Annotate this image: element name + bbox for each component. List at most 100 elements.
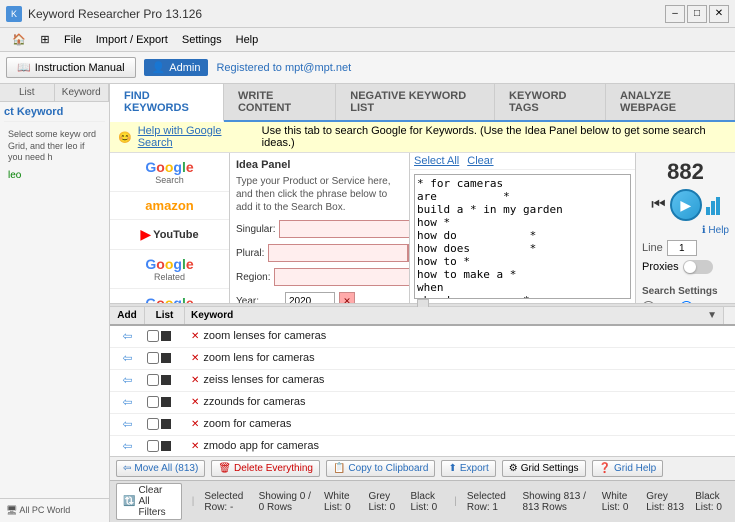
plural-input[interactable] bbox=[268, 244, 408, 262]
select-all-link[interactable]: Select All bbox=[414, 155, 459, 167]
copy-clipboard-button[interactable]: 📋 Copy to Clipboard bbox=[326, 460, 436, 477]
row-x-3[interactable]: ✕ bbox=[191, 397, 199, 408]
cell-keyword-3: ✕ zzounds for cameras bbox=[185, 394, 735, 410]
toolbar: 📖 Instruction Manual 👤 Admin Registered … bbox=[0, 52, 735, 84]
row-checkbox-4[interactable] bbox=[147, 418, 159, 430]
menu-import-export[interactable]: Import / Export bbox=[90, 32, 174, 48]
row-checkbox-5[interactable] bbox=[147, 440, 159, 452]
add-arrow-4[interactable]: ⇦ bbox=[122, 417, 132, 431]
keyword-text-1: zoom lens for cameras bbox=[203, 352, 314, 364]
cell-list-5 bbox=[145, 439, 185, 453]
row-black-sq-0[interactable] bbox=[161, 331, 171, 341]
region-input[interactable] bbox=[274, 268, 410, 286]
keywords-textarea[interactable]: * for cameras are * build a * in my gard… bbox=[414, 174, 631, 299]
row-black-sq-2[interactable] bbox=[161, 375, 171, 385]
menu-settings[interactable]: Settings bbox=[176, 32, 228, 48]
help-small-link[interactable]: ℹ Help bbox=[642, 225, 729, 236]
cell-keyword-2: ✕ zeiss lenses for cameras bbox=[185, 372, 735, 388]
source-google4[interactable]: Google bbox=[110, 289, 229, 303]
singular-input[interactable] bbox=[279, 220, 410, 238]
year-input[interactable] bbox=[285, 292, 335, 303]
row-x-5[interactable]: ✕ bbox=[191, 441, 199, 452]
google-related-label: Related bbox=[145, 272, 193, 282]
row-x-0[interactable]: ✕ bbox=[191, 331, 199, 342]
line-input[interactable] bbox=[667, 240, 697, 256]
black-list-label: Black List: 0 bbox=[410, 491, 444, 513]
home-icon-btn[interactable]: 🏠 bbox=[8, 30, 30, 50]
sidebar-list-header: List bbox=[0, 84, 55, 101]
add-arrow-0[interactable]: ⇦ bbox=[122, 329, 132, 343]
clear-filters-button[interactable]: 🔃 Clear All Filters bbox=[116, 483, 182, 520]
row-checkbox-2[interactable] bbox=[147, 374, 159, 386]
tab-find-keywords[interactable]: FIND KEYWORDS bbox=[110, 84, 224, 122]
cell-add-3: ⇦ bbox=[110, 394, 145, 410]
grey-list2-label: Grey List: 813 bbox=[646, 491, 685, 513]
help-google-link[interactable]: Help with Google Search bbox=[138, 125, 256, 149]
row-black-sq-5[interactable] bbox=[161, 441, 171, 451]
showing-rows2-label: Showing 813 / 813 Rows bbox=[522, 491, 591, 513]
cell-list-2 bbox=[145, 373, 185, 387]
year-clear-btn[interactable]: ✕ bbox=[339, 292, 355, 303]
grid-settings-button[interactable]: ⚙ Grid Settings bbox=[502, 460, 586, 477]
row-black-sq-1[interactable] bbox=[161, 353, 171, 363]
source-google[interactable]: Google Search bbox=[110, 153, 229, 192]
add-arrow-2[interactable]: ⇦ bbox=[122, 373, 132, 387]
add-arrow-1[interactable]: ⇦ bbox=[122, 351, 132, 365]
proxies-toggle[interactable] bbox=[683, 260, 713, 274]
row-black-sq-3[interactable] bbox=[161, 397, 171, 407]
region-label: Region: bbox=[236, 272, 270, 283]
tab-keyword-tags[interactable]: KEYWORD TAGS bbox=[495, 84, 606, 120]
table-row: ⇦ ✕ zmodo app for cameras bbox=[110, 436, 735, 457]
year-field: Year: ✕ bbox=[236, 292, 403, 303]
export-button[interactable]: ⬆ Export bbox=[441, 460, 495, 477]
clear-link[interactable]: Clear bbox=[467, 155, 493, 167]
minimize-button[interactable]: – bbox=[665, 5, 685, 23]
grid-icon-btn[interactable]: ⊞ bbox=[34, 30, 56, 50]
add-arrow-3[interactable]: ⇦ bbox=[122, 395, 132, 409]
sort-button[interactable]: ▼ bbox=[707, 310, 717, 321]
row-checkbox-3[interactable] bbox=[147, 396, 159, 408]
line-row: Line bbox=[642, 240, 729, 256]
grid-scroll[interactable]: ⇦ ✕ zoom lenses for cameras ⇦ bbox=[110, 326, 735, 457]
grid-scroll-header bbox=[723, 307, 735, 324]
google4-logo: Google bbox=[145, 295, 193, 303]
source-amazon[interactable]: amazon bbox=[110, 192, 229, 220]
book-icon: 📖 bbox=[17, 61, 31, 74]
title-bar: K Keyword Researcher Pro 13.126 – □ ✕ bbox=[0, 0, 735, 28]
export-icon: ⬆ bbox=[448, 463, 456, 474]
instruction-manual-button[interactable]: 📖 Instruction Manual bbox=[6, 57, 136, 78]
move-all-button[interactable]: ⇦ Move All (813) bbox=[116, 460, 205, 477]
tab-analyze-webpage[interactable]: ANALYZE WEBPAGE bbox=[606, 84, 735, 120]
proxies-label: Proxies bbox=[642, 261, 679, 273]
cell-add-5: ⇦ bbox=[110, 438, 145, 454]
tab-negative-keywords[interactable]: NEGATIVE KEYWORD LIST bbox=[336, 84, 495, 120]
help-description: Use this tab to search Google for Keywor… bbox=[262, 125, 727, 149]
row-x-2[interactable]: ✕ bbox=[191, 375, 199, 386]
close-button[interactable]: ✕ bbox=[709, 5, 729, 23]
tab-write-content[interactable]: WRITE CONTENT bbox=[224, 84, 336, 120]
row-checkbox-1[interactable] bbox=[147, 352, 159, 364]
help-icon-smiley: 😊 bbox=[118, 131, 132, 144]
delete-everything-button[interactable]: 🗑 Delete Everything bbox=[211, 460, 320, 477]
row-checkbox-0[interactable] bbox=[147, 330, 159, 342]
add-arrow-5[interactable]: ⇦ bbox=[122, 439, 132, 453]
row-black-sq-4[interactable] bbox=[161, 419, 171, 429]
menu-help[interactable]: Help bbox=[230, 32, 265, 48]
singular-field: Singular: ✕ bbox=[236, 220, 403, 238]
source-google-related[interactable]: Google Related bbox=[110, 250, 229, 289]
singular-label: Singular: bbox=[236, 224, 275, 235]
select-clear-bar: Select All Clear bbox=[410, 153, 635, 170]
tab-bar: FIND KEYWORDS WRITE CONTENT NEGATIVE KEY… bbox=[110, 84, 735, 122]
prev-btn[interactable]: ⏮ bbox=[651, 196, 665, 214]
row-x-4[interactable]: ✕ bbox=[191, 419, 199, 430]
menu-file[interactable]: File bbox=[58, 32, 88, 48]
source-youtube[interactable]: ▶ YouTube bbox=[110, 220, 229, 250]
maximize-button[interactable]: □ bbox=[687, 5, 707, 23]
grid-help-button[interactable]: ❓ Grid Help bbox=[592, 460, 664, 477]
region-field: Region: ✕ bbox=[236, 268, 403, 286]
keyword-text-3: zzounds for cameras bbox=[203, 396, 305, 408]
menu-icons: 🏠 ⊞ bbox=[8, 30, 56, 50]
play-button[interactable]: ▶ bbox=[670, 189, 702, 221]
sidebar-green-link[interactable]: leo bbox=[4, 168, 105, 183]
row-x-1[interactable]: ✕ bbox=[191, 353, 199, 364]
